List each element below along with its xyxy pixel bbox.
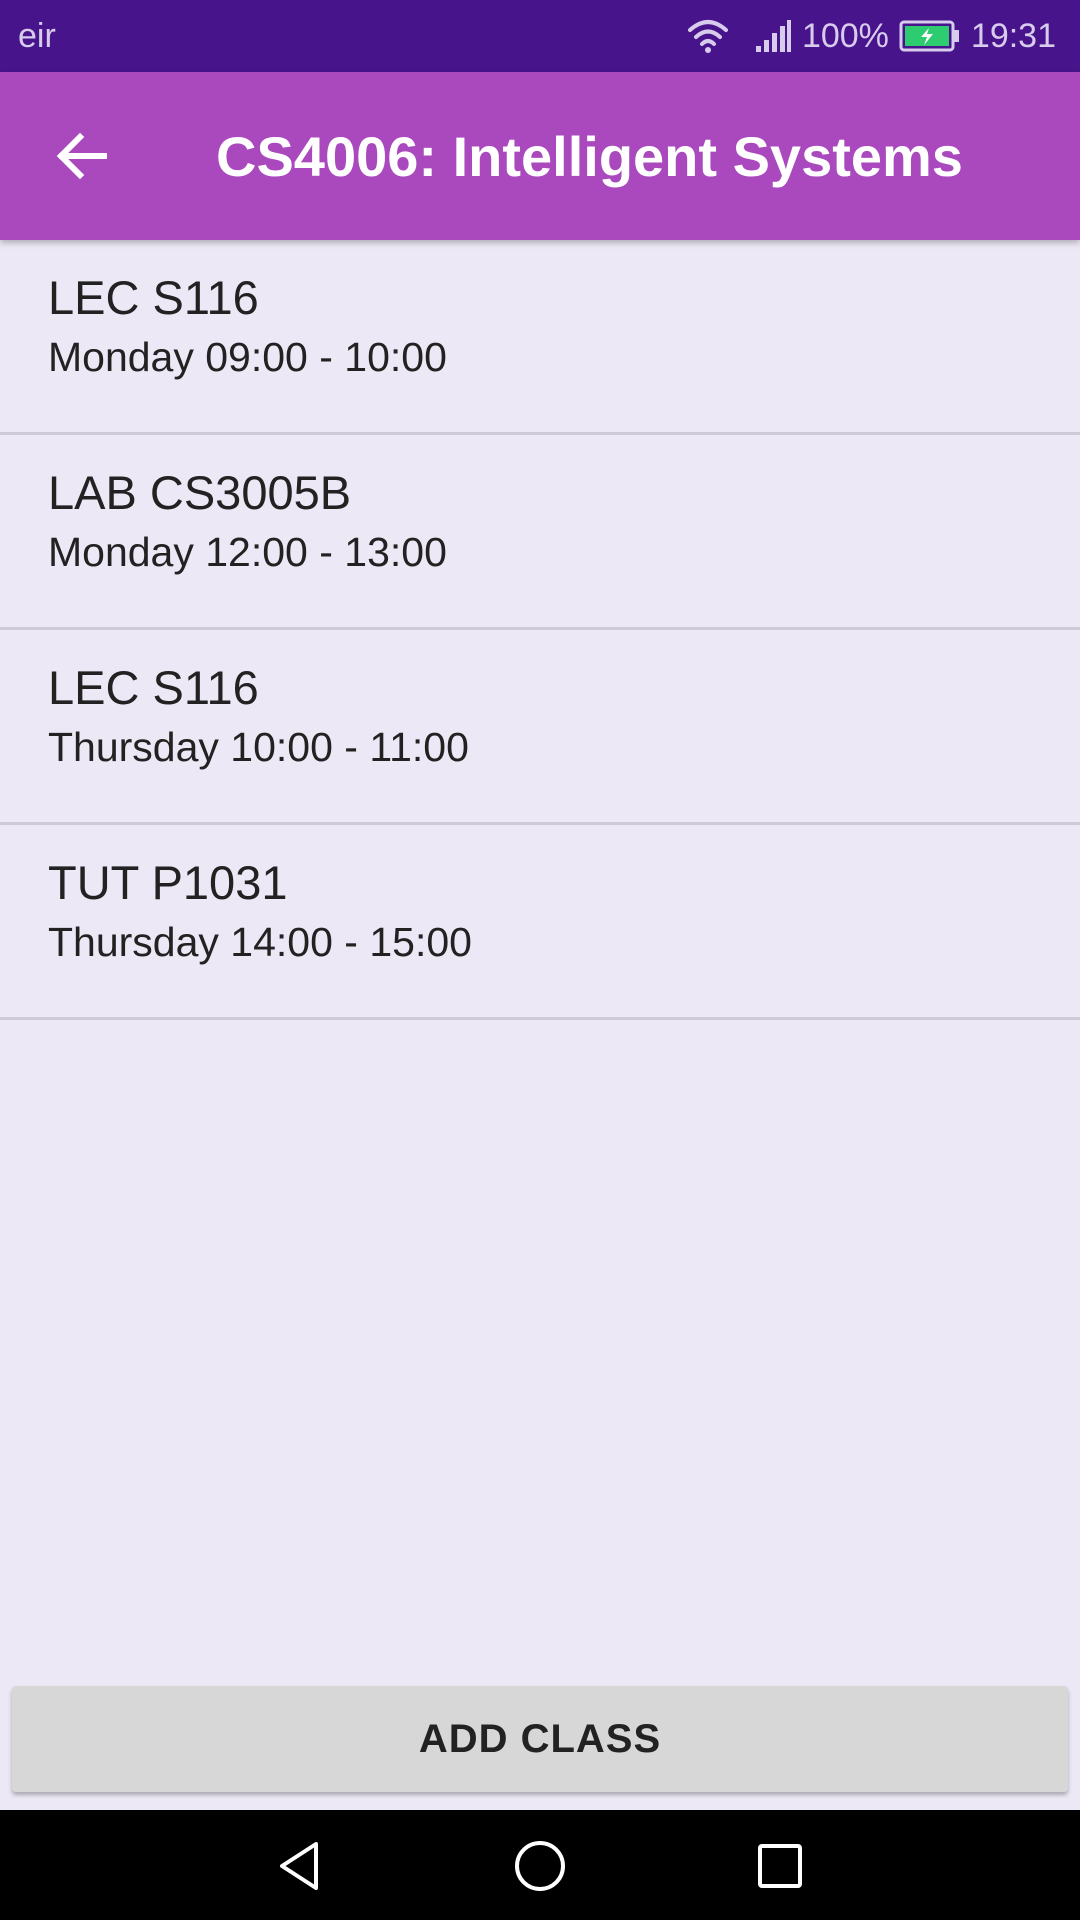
status-bar: eir 100% 19:31	[0, 0, 1080, 72]
class-list-item[interactable]: TUT P1031 Thursday 14:00 - 15:00	[0, 825, 1080, 1020]
battery-charging-icon	[899, 19, 961, 53]
class-list-item[interactable]: LAB CS3005B Monday 12:00 - 13:00	[0, 435, 1080, 630]
class-time: Monday 09:00 - 10:00	[48, 334, 447, 380]
system-nav-bar	[0, 1810, 1080, 1920]
class-list-item[interactable]: LEC S116 Monday 09:00 - 10:00	[0, 240, 1080, 435]
signal-icon	[754, 18, 792, 54]
class-list-item[interactable]: LEC S116 Thursday 10:00 - 11:00	[0, 630, 1080, 825]
add-class-button[interactable]: ADD CLASS	[12, 1686, 1068, 1792]
nav-recent-icon[interactable]	[744, 1830, 816, 1902]
nav-back-icon[interactable]	[264, 1830, 336, 1902]
class-list: LEC S116 Monday 09:00 - 10:00 LAB CS3005…	[0, 240, 1080, 1020]
wifi-icon	[686, 18, 730, 54]
arrow-back-icon	[54, 131, 110, 186]
app-bar: CS4006: Intelligent Systems	[0, 72, 1080, 240]
nav-home-icon[interactable]	[504, 1830, 576, 1902]
back-button[interactable]	[40, 116, 124, 200]
class-name: LEC S116	[48, 271, 259, 324]
class-time: Monday 12:00 - 13:00	[48, 529, 447, 575]
page-title: CS4006: Intelligent Systems	[216, 125, 963, 188]
status-time: 19:31	[970, 16, 1056, 55]
class-name: LAB CS3005B	[48, 466, 352, 519]
battery-percent: 100%	[801, 16, 889, 55]
class-name: LEC S116	[48, 661, 259, 714]
class-time: Thursday 10:00 - 11:00	[48, 724, 469, 770]
carrier-label: eir	[18, 17, 56, 55]
class-time: Thursday 14:00 - 15:00	[48, 919, 472, 965]
class-name: TUT P1031	[48, 856, 288, 909]
status-indicators: 100% 19:31	[686, 0, 1056, 72]
